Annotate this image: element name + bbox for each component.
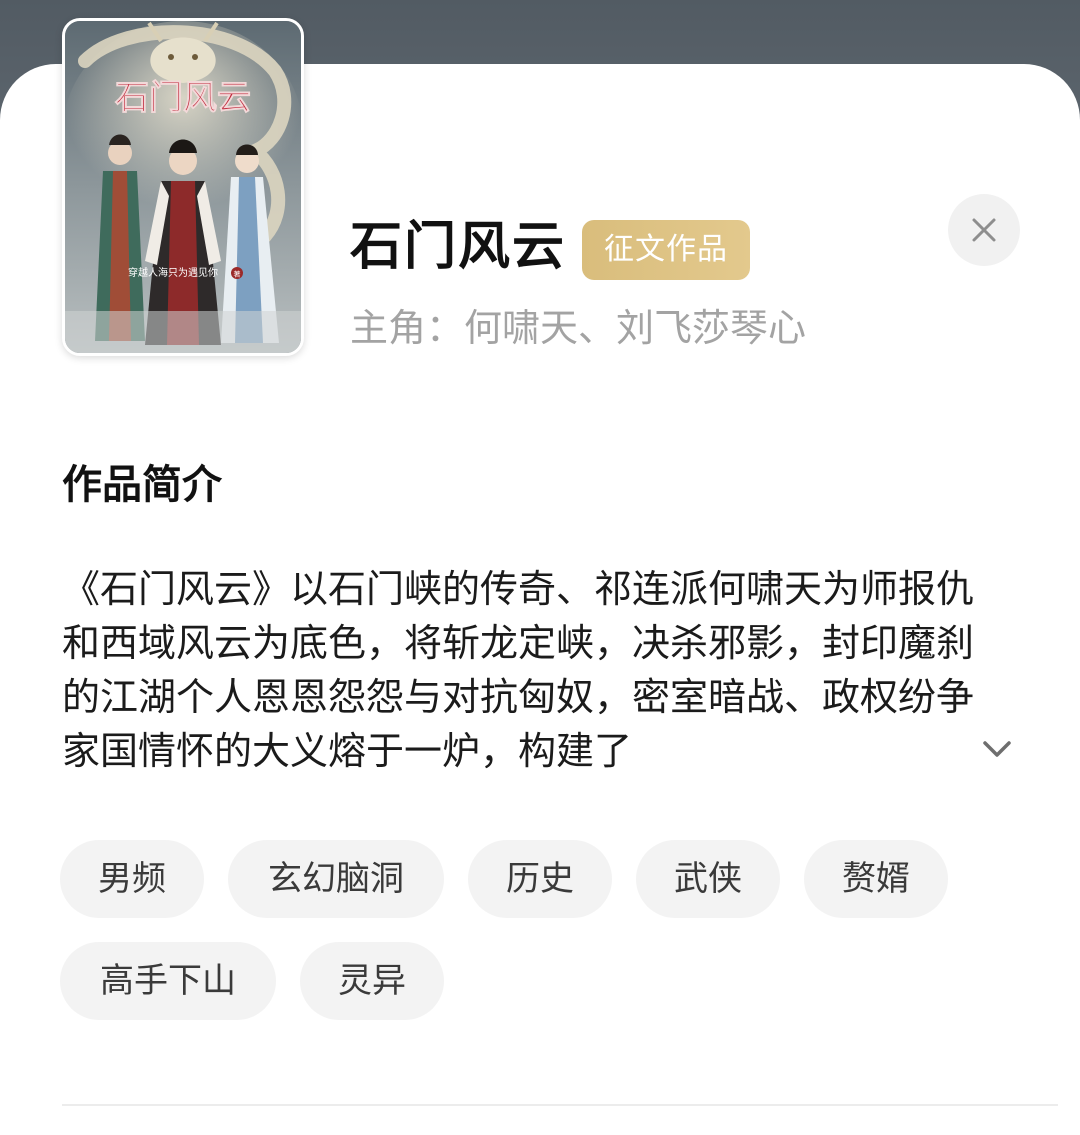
synopsis-heading: 作品简介 (62, 462, 222, 508)
divider (62, 1104, 1058, 1106)
close-icon (972, 218, 996, 242)
book-cover[interactable]: 石门风云 穿越人海只为遇见你 著 (62, 18, 304, 356)
tag-chip[interactable]: 高手下山 (60, 942, 276, 1020)
expand-synopsis-button[interactable] (974, 726, 1020, 772)
tag-chip[interactable]: 灵异 (300, 942, 444, 1020)
protagonists-line: 主角：何啸天、刘飞莎琴心 (350, 306, 807, 350)
tag-chip[interactable]: 赘婿 (804, 840, 948, 918)
book-title: 石门风云 (350, 217, 567, 277)
tag-chip[interactable]: 武侠 (636, 840, 780, 918)
contest-badge: 征文作品 (582, 220, 750, 280)
tag-chip[interactable]: 历史 (468, 840, 612, 918)
tag-chip[interactable]: 玄幻脑洞 (228, 840, 444, 918)
book-cover-image: 石门风云 穿越人海只为遇见你 著 (65, 21, 301, 353)
close-button[interactable] (948, 194, 1020, 266)
chevron-down-icon (983, 741, 1011, 757)
svg-text:穿越人海只为遇见你: 穿越人海只为遇见你 (128, 266, 218, 279)
tag-chip[interactable]: 男频 (60, 840, 204, 918)
synopsis-text[interactable]: 《石门风云》以石门峡的传奇、祁连派何啸天为师报仇和西域风云为底色，将斩龙定峡，决… (62, 562, 992, 778)
svg-text:石门风云: 石门风云 (114, 78, 251, 118)
svg-text:著: 著 (234, 270, 241, 279)
